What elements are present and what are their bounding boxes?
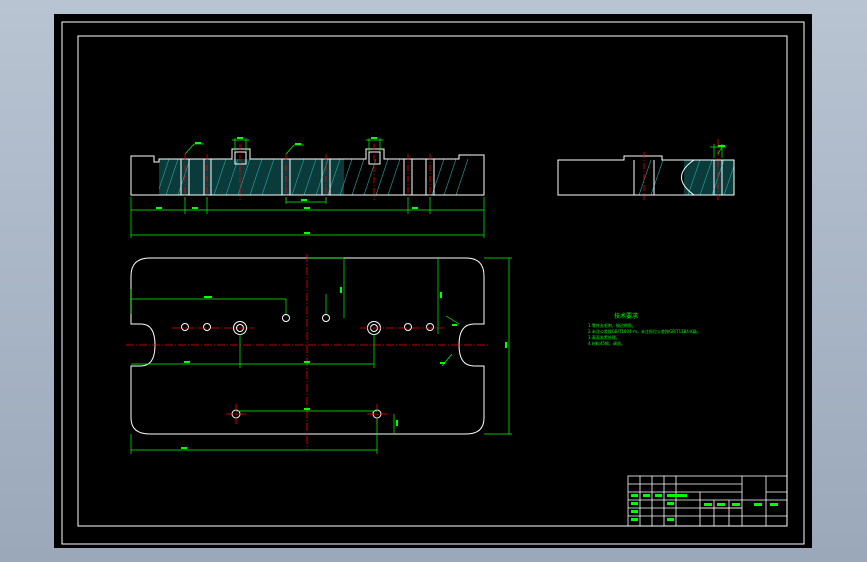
side-section-view — [557, 139, 735, 200]
technical-requirements: 技术要求 1.零件去毛刺、锐边倒角。 2.未注公差按GB/T1804-m，未注形… — [588, 312, 701, 346]
plan-view — [126, 254, 512, 454]
front-section-view — [130, 137, 485, 238]
outer-sheet-border — [61, 21, 805, 545]
inner-sheet-border — [77, 35, 788, 527]
tech-req-line-3: 3.表面发黑处理。 — [588, 334, 620, 340]
drawing-viewport[interactable]: 技术要求 1.零件去毛刺、锐边倒角。 2.未注公差按GB/T1804-m，未注形… — [54, 14, 812, 548]
cad-drawing: 技术要求 1.零件去毛刺、锐边倒角。 2.未注公差按GB/T1804-m，未注形… — [61, 21, 805, 545]
tech-req-line-4: 4.材料45钢，调质。 — [588, 340, 625, 346]
title-block-text-marks — [631, 494, 778, 521]
title-block — [627, 475, 788, 527]
tech-req-title: 技术要求 — [614, 312, 638, 320]
tech-req-line-1: 1.零件去毛刺、锐边倒角。 — [588, 322, 636, 328]
tech-req-line-2: 2.未注公差按GB/T1804-m，未注形位公差按GB/T1184-K级。 — [588, 328, 701, 334]
